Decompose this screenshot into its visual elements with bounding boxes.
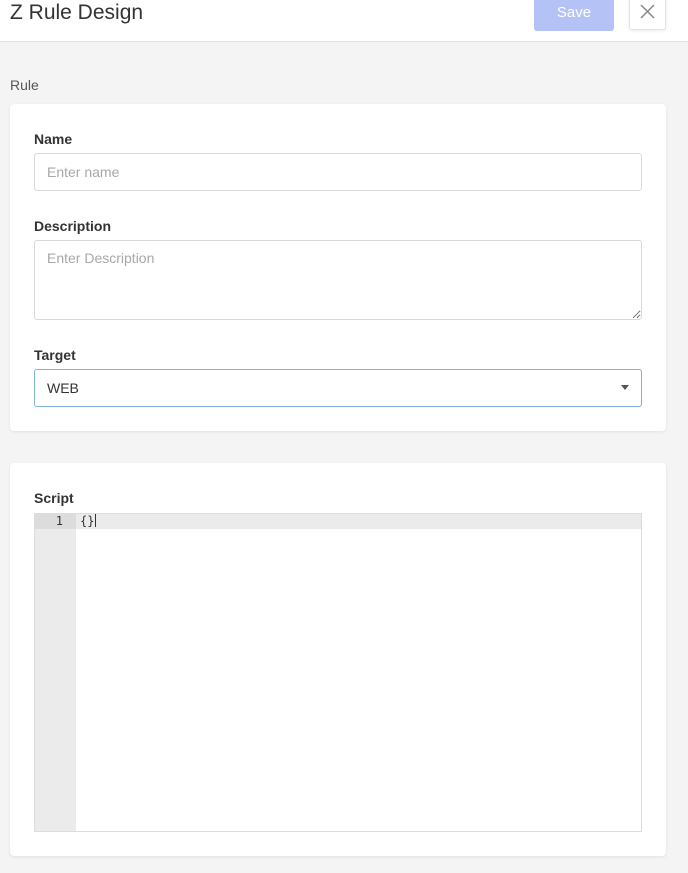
text-cursor bbox=[95, 514, 97, 527]
target-select[interactable]: WEB bbox=[34, 369, 642, 407]
name-input[interactable] bbox=[34, 153, 642, 191]
target-label: Target bbox=[34, 347, 76, 363]
editor-gutter bbox=[35, 514, 76, 831]
target-select-value: WEB bbox=[47, 380, 79, 396]
script-editor[interactable]: 1 {} bbox=[34, 513, 642, 832]
script-label: Script bbox=[34, 490, 74, 506]
editor-active-line bbox=[35, 514, 641, 529]
caret-down-icon bbox=[621, 385, 629, 390]
close-button[interactable] bbox=[629, 0, 666, 30]
description-label: Description bbox=[34, 218, 112, 234]
description-input[interactable] bbox=[34, 240, 642, 320]
code-text: {} bbox=[80, 514, 95, 528]
dialog-header: Z Rule Design Save bbox=[0, 0, 688, 42]
code-line[interactable]: {} bbox=[80, 514, 97, 529]
section-label-rule: Rule bbox=[10, 77, 39, 93]
close-icon bbox=[640, 4, 655, 19]
rule-card: Name Description Target WEB bbox=[10, 104, 666, 431]
save-button[interactable]: Save bbox=[534, 0, 614, 31]
line-number: 1 bbox=[35, 514, 63, 529]
name-label: Name bbox=[34, 131, 73, 147]
page-title: Z Rule Design bbox=[10, 1, 144, 24]
script-card: Script 1 {} bbox=[10, 463, 666, 856]
